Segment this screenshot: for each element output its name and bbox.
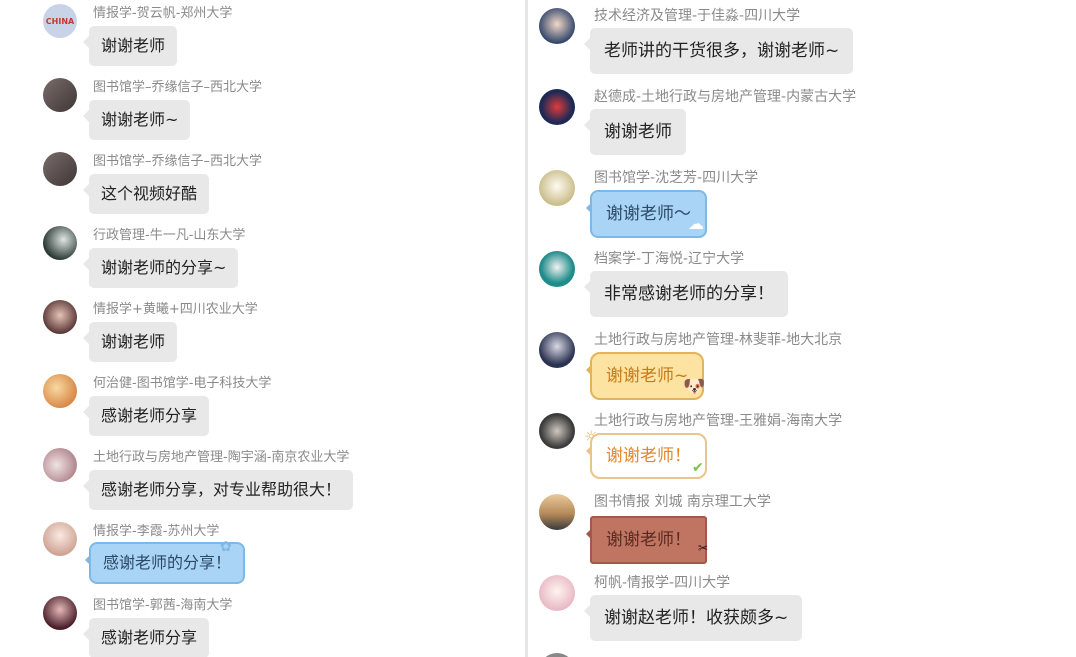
sender-name: 土地行政与房地产管理-陶宇涵-南京农业大学	[93, 450, 350, 465]
avatar[interactable]	[43, 448, 77, 482]
avatar[interactable]	[43, 596, 77, 630]
avatar[interactable]	[539, 653, 575, 657]
avatar[interactable]	[539, 251, 575, 287]
sender-name: 情报学-贺云帆-郑州大学	[93, 6, 233, 21]
avatar[interactable]	[43, 226, 77, 260]
sender-name: 情报学+黄曦+四川农业大学	[93, 302, 258, 317]
sender-name: 赵德成-土地行政与房地产管理-内蒙古大学	[594, 89, 857, 105]
sender-name: 行政管理-牛一凡-山东大学	[93, 228, 246, 243]
message-bubble: 谢谢老师	[82, 322, 178, 362]
sender-name: 土地行政与房地产管理-林斐菲-地大北京	[594, 332, 843, 348]
message-bubble: 谢谢老师~	[82, 100, 191, 140]
sender-name: 图书馆学-郭茜-海南大学	[93, 598, 233, 613]
message-bubble: 感谢老师分享，对专业帮助很大！	[82, 470, 354, 510]
avatar[interactable]	[539, 170, 575, 206]
message-bubble: 这个视频好酷	[82, 174, 210, 214]
message-bubble: 谢谢老师	[584, 109, 686, 155]
sender-name: 图书情报 刘城 南京理工大学	[594, 494, 771, 510]
ribbon-decoration-icon: ✂	[698, 541, 709, 555]
avatar[interactable]	[43, 152, 77, 186]
message-bubble: 老师讲的干货很多，谢谢老师~	[583, 28, 854, 74]
cloud-decoration-icon: ✿	[220, 539, 232, 555]
sender-name: 图书馆学–乔缘信子–西北大学	[93, 154, 263, 169]
avatar-logo-text: CHINA	[45, 16, 75, 26]
cloud-decoration-icon: ☁	[688, 214, 704, 233]
avatar[interactable]	[43, 78, 77, 112]
avatar[interactable]	[539, 8, 575, 44]
avatar[interactable]	[539, 332, 575, 368]
message-bubble: 感谢老师分享	[82, 396, 210, 436]
leaf-decoration-icon: ✔	[692, 460, 704, 476]
avatar[interactable]	[43, 300, 77, 334]
avatar[interactable]	[539, 575, 575, 611]
dog-decoration-icon: 🐶	[683, 376, 706, 397]
sender-name: 何治健-图书馆学-电子科技大学	[93, 376, 272, 391]
sender-name: 技术经济及管理-于佳淼-四川大学	[594, 8, 801, 24]
chat-column-left[interactable]: CHINA 情报学-贺云帆-郑州大学 谢谢老师 图书馆学–乔缘信子–西北大学 谢…	[0, 0, 525, 657]
message-bubble: 谢谢赵老师！收获颇多~	[583, 595, 803, 641]
chat-page: CHINA 情报学-贺云帆-郑州大学 谢谢老师 图书馆学–乔缘信子–西北大学 谢…	[0, 0, 1076, 657]
sender-name: 图书馆学-沈芝芳-四川大学	[594, 170, 759, 186]
avatar[interactable]	[43, 374, 77, 408]
chat-column-right[interactable]: 技术经济及管理-于佳淼-四川大学 老师讲的干货很多，谢谢老师~ 赵德成-土地行政…	[528, 0, 1076, 657]
message-bubble: 感谢老师分享	[82, 618, 210, 657]
avatar[interactable]: CHINA	[43, 4, 77, 38]
avatar[interactable]	[539, 494, 575, 530]
avatar[interactable]	[539, 89, 575, 125]
message-bubble: 谢谢老师！	[586, 516, 707, 564]
avatar[interactable]	[539, 413, 575, 449]
sender-name: 情报学-李霞-苏州大学	[93, 524, 220, 539]
message-bubble: 非常感谢老师的分享！	[584, 271, 788, 317]
avatar[interactable]	[43, 522, 77, 556]
sender-name: 图书馆学–乔缘信子–西北大学	[93, 80, 263, 95]
message-bubble: 谢谢老师	[82, 26, 178, 66]
sender-name: 档案学-丁海悦-辽宁大学	[594, 251, 745, 267]
sender-name: 柯帆-情报学-四川大学	[594, 575, 731, 591]
message-bubble: 谢谢老师的分享~	[82, 248, 239, 288]
message-bubble: 谢谢老师！	[586, 433, 707, 479]
sender-name: 土地行政与房地产管理-王雅娟-海南大学	[594, 413, 843, 429]
